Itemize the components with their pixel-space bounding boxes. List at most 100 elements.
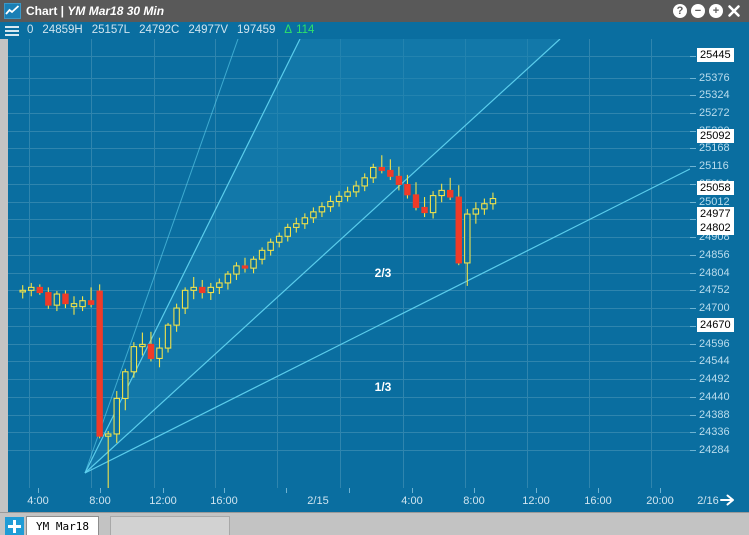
window-title: Chart | YM Mar18 30 Min	[26, 3, 164, 19]
window-title-symbol: YM Mar18 30 Min	[67, 4, 165, 18]
candle-body-down	[45, 292, 52, 306]
candle-body-down	[62, 293, 69, 305]
candle-body-up	[53, 293, 61, 306]
time-tick-label: 2/15	[307, 495, 329, 507]
add-chart-button[interactable]	[5, 517, 24, 535]
price-tick	[690, 95, 696, 96]
window-title-prefix: Chart |	[26, 4, 68, 18]
time-axis[interactable]: 4:00 8:00 12:00 16:00 2/15 4:00 8:00 12:00 16:00…	[8, 488, 749, 512]
quote-field-high: 24859H	[42, 24, 83, 36]
candle-body-up	[19, 289, 26, 293]
price-tick	[690, 450, 696, 451]
candle-body-up	[258, 249, 266, 260]
price-tick	[690, 397, 696, 398]
price-tick	[690, 78, 696, 79]
candle-body-up	[267, 241, 274, 251]
candle-body-up	[156, 347, 163, 359]
candlestick	[429, 191, 437, 219]
arrow-right-icon	[720, 494, 734, 506]
price-tick	[690, 273, 696, 274]
price-tick	[690, 290, 696, 291]
candle-body-down	[412, 194, 420, 208]
help-button[interactable]: ?	[673, 4, 687, 18]
quote-field-ticks: 197459	[237, 24, 276, 36]
candle-body-up	[352, 185, 360, 193]
price-tick	[690, 255, 696, 256]
candlestick	[62, 290, 69, 309]
price-tick	[690, 56, 696, 57]
candle-body-up	[139, 343, 146, 348]
candle-body-up	[122, 371, 129, 399]
close-icon	[728, 5, 740, 17]
candle-body-up	[27, 286, 35, 291]
price-highlight-label[interactable]: 24977	[697, 207, 734, 221]
price-tick	[690, 432, 696, 433]
price-tick-label: 24284	[699, 444, 730, 456]
price-tick-label: 25116	[699, 160, 729, 172]
scroll-right-button[interactable]	[720, 493, 736, 507]
candle-body-up	[481, 203, 488, 210]
price-tick-label: 25324	[699, 89, 730, 101]
price-highlight-label[interactable]: 24802	[697, 221, 734, 235]
candle-body-up	[190, 286, 197, 291]
candlestick	[421, 197, 428, 218]
price-highlight-label[interactable]: 25058	[697, 181, 734, 195]
help-icon: ?	[676, 5, 684, 17]
time-tick-label: 20:00	[646, 495, 674, 507]
candle-body-up	[275, 235, 283, 243]
time-tick-label: 2/16	[697, 495, 719, 507]
candlestick	[96, 284, 103, 439]
time-tick	[100, 488, 101, 493]
chart-tab-bar: YM Mar18	[0, 512, 749, 535]
quote-field-0: 0	[27, 24, 34, 36]
close-button[interactable]	[727, 4, 741, 18]
candle-body-up	[207, 286, 215, 294]
candlestick	[455, 185, 462, 266]
maximize-icon: +	[712, 5, 720, 17]
delta-value: 114	[296, 24, 315, 36]
candlestick	[472, 202, 480, 224]
candle-body-up	[79, 300, 86, 308]
price-tick	[690, 379, 696, 380]
time-tick-label: 8:00	[463, 495, 485, 507]
candle-body-up	[310, 211, 317, 219]
candle-body-up	[489, 197, 497, 205]
time-tick	[349, 488, 350, 493]
price-tick-label: 24544	[699, 355, 730, 367]
price-highlight-label[interactable]: 25092	[697, 129, 734, 143]
minimize-button[interactable]: −	[691, 4, 705, 18]
price-highlight-label[interactable]: 25445	[697, 48, 734, 62]
price-axis[interactable]: 2544525376253242527225220251682511625064…	[690, 39, 749, 488]
time-tick	[286, 488, 287, 493]
quote-field-volume: 24977V	[188, 24, 229, 36]
price-tick-label: 24752	[699, 284, 730, 296]
price-tick-label: 24804	[699, 267, 730, 279]
time-tick	[536, 488, 537, 493]
chart-application-window: Chart | YM Mar18 30 Min ? − + 0 24859H 251…	[0, 0, 749, 535]
candle-body-up	[104, 433, 112, 437]
candle-body-up	[344, 191, 351, 197]
chart-tab-ym-mar18[interactable]: YM Mar18	[26, 516, 99, 535]
candle-body-up	[130, 346, 138, 373]
candle-body-up	[250, 258, 257, 269]
quote-info-text: 0 24859H 25157L 24792C 24977V 197459 Δ 114	[27, 22, 323, 39]
line-chart-icon	[4, 3, 21, 19]
candle-body-down	[378, 166, 386, 171]
candle-body-up	[224, 273, 232, 284]
price-tick	[690, 131, 696, 132]
maximize-button[interactable]: +	[709, 4, 723, 18]
time-tick	[38, 488, 39, 493]
candle-body-up	[301, 217, 309, 225]
price-tick	[690, 148, 696, 149]
price-tick	[690, 308, 696, 309]
candlestick	[481, 198, 488, 215]
chart-frame: 2/31/3 254452537625324252722522025168251…	[0, 39, 749, 535]
price-highlight-label[interactable]: 24670	[697, 318, 734, 332]
hamburger-icon[interactable]	[5, 26, 19, 36]
price-tick-label: 24700	[699, 302, 730, 314]
candle-body-up	[318, 206, 326, 213]
chart-plot-area[interactable]: 2/3 1/3	[8, 39, 690, 488]
price-tick-label: 24336	[699, 426, 730, 438]
price-tick-label: 25376	[699, 72, 730, 84]
price-tick	[690, 361, 696, 362]
